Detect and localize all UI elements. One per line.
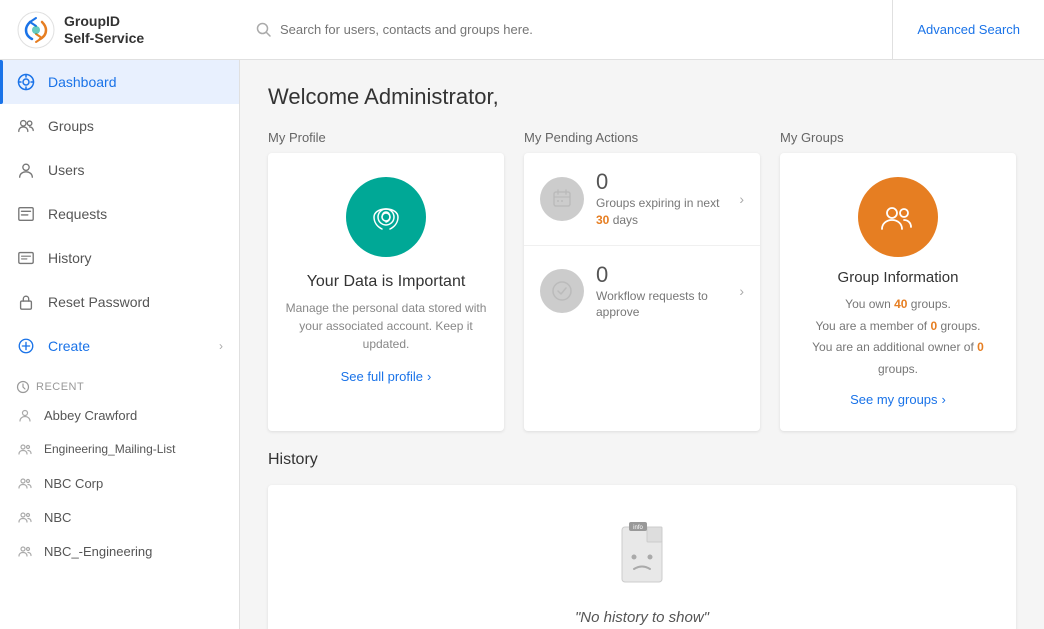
logo-subtitle: GroupID	[64, 13, 144, 30]
logo-area: GroupID Self-Service	[0, 10, 240, 50]
my-groups-section-label: My Groups	[780, 130, 1016, 153]
sidebar-item-label: Create	[48, 338, 90, 354]
dashboard-icon	[16, 72, 36, 92]
history-icon	[16, 248, 36, 268]
sidebar-item-users[interactable]: Users	[0, 148, 239, 192]
workflow-label: Workflow requests to approve	[596, 288, 727, 322]
search-area	[240, 0, 893, 59]
topbar: GroupID Self-Service Advanced Search	[0, 0, 1044, 60]
logo-title: Self-Service	[64, 30, 144, 47]
sidebar-item-label: Reset Password	[48, 294, 150, 310]
groups-icon	[16, 116, 36, 136]
group-icon	[16, 542, 34, 560]
pending-item-expiring: 0 Groups expiring in next 30 days ›	[524, 153, 760, 246]
see-full-profile-link[interactable]: See full profile ›	[341, 369, 432, 384]
profile-card-desc: Manage the personal data stored with you…	[284, 299, 488, 353]
recent-item-label: Abbey Crawford	[44, 408, 137, 423]
search-icon	[256, 22, 272, 38]
group-icon	[16, 508, 34, 526]
requests-icon	[16, 204, 36, 224]
expiring-groups-icon	[540, 177, 584, 221]
history-section-title: History	[268, 451, 1016, 469]
main-content: Welcome Administrator, My Profile	[240, 60, 1044, 629]
profile-card-title: Your Data is Important	[307, 273, 466, 291]
users-icon	[16, 160, 36, 180]
group-icon	[16, 440, 34, 458]
sidebar-item-reset-password[interactable]: Reset Password	[0, 280, 239, 324]
sidebar-item-label: Groups	[48, 118, 94, 134]
groups-card-title: Group Information	[838, 269, 959, 286]
groups-info: You own 40 groups. You are a member of 0…	[796, 294, 1000, 380]
no-history-icon: info	[607, 517, 677, 597]
sidebar-item-dashboard[interactable]: Dashboard	[0, 60, 239, 104]
recent-item-label: NBC_-Engineering	[44, 544, 152, 559]
sidebar-item-label: History	[48, 250, 92, 266]
recent-item-abbey-crawford[interactable]: Abbey Crawford	[0, 398, 239, 432]
workflow-icon	[540, 269, 584, 313]
group-icon	[16, 474, 34, 492]
svg-text:info: info	[633, 525, 643, 531]
welcome-title: Welcome Administrator,	[268, 84, 1016, 110]
chevron-right-icon: ›	[739, 283, 744, 299]
groups-avatar	[858, 177, 938, 257]
recent-item-engineering[interactable]: Engineering_Mailing-List	[0, 432, 239, 466]
sidebar-item-groups[interactable]: Groups	[0, 104, 239, 148]
my-pending-section-label: My Pending Actions	[524, 130, 760, 153]
expiring-label: Groups expiring in next 30 days	[596, 195, 727, 229]
logo-icon	[16, 10, 56, 50]
recent-item-nbc-engineering[interactable]: NBC_-Engineering	[0, 534, 239, 568]
expiring-count: 0	[596, 169, 727, 195]
sidebar-item-history[interactable]: History	[0, 236, 239, 280]
sidebar-item-label: Dashboard	[48, 74, 117, 90]
user-icon	[16, 406, 34, 424]
workflow-count: 0	[596, 262, 727, 288]
create-icon	[16, 336, 36, 356]
sidebar: Dashboard Groups Users	[0, 60, 240, 629]
sidebar-item-requests[interactable]: Requests	[0, 192, 239, 236]
pending-card: 0 Groups expiring in next 30 days ›	[524, 153, 760, 431]
recent-item-label: NBC	[44, 510, 71, 525]
chevron-right-icon: ›	[942, 392, 946, 407]
sidebar-item-label: Users	[48, 162, 85, 178]
recent-item-label: Engineering_Mailing-List	[44, 442, 175, 456]
history-empty-card: info "No history to show" "Make working …	[268, 485, 1016, 629]
recent-item-nbc[interactable]: NBC	[0, 500, 239, 534]
recent-icon	[16, 380, 30, 394]
logo-text: GroupID Self-Service	[64, 13, 144, 47]
groups-card: Group Information You own 40 groups. You…	[780, 153, 1016, 431]
reset-password-icon	[16, 292, 36, 312]
main-layout: Dashboard Groups Users	[0, 60, 1044, 629]
pending-item-workflow: 0 Workflow requests to approve ›	[524, 246, 760, 338]
sidebar-recent-section: Recent	[0, 368, 239, 398]
sidebar-item-create[interactable]: Create ›	[0, 324, 239, 368]
chevron-right-icon: ›	[219, 339, 223, 353]
profile-avatar	[346, 177, 426, 257]
profile-card: Your Data is Important Manage the person…	[268, 153, 504, 431]
advanced-search-link[interactable]: Advanced Search	[893, 22, 1044, 37]
chevron-right-icon: ›	[427, 369, 431, 384]
recent-item-nbc-corp[interactable]: NBC Corp	[0, 466, 239, 500]
no-history-title: "No history to show"	[575, 609, 709, 626]
my-profile-section-label: My Profile	[268, 130, 504, 153]
sidebar-item-label: Requests	[48, 206, 107, 222]
recent-item-label: NBC Corp	[44, 476, 103, 491]
chevron-right-icon: ›	[739, 191, 744, 207]
see-my-groups-link[interactable]: See my groups ›	[850, 392, 946, 407]
search-input[interactable]	[280, 22, 876, 37]
